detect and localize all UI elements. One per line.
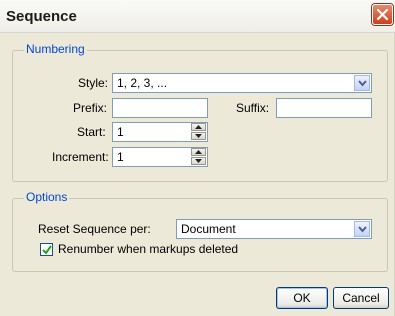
close-icon	[376, 8, 389, 21]
arrow-up-icon	[195, 150, 202, 154]
cancel-button[interactable]: Cancel	[333, 287, 389, 309]
reset-sequence-select[interactable]: Document	[176, 219, 372, 239]
arrow-up-icon	[195, 125, 202, 129]
sequence-dialog: Sequence Numbering Style: 1, 2, 3, ... P…	[0, 0, 395, 316]
increment-label: Increment:	[52, 150, 109, 164]
arrow-down-icon	[195, 134, 202, 138]
options-legend: Options	[24, 190, 70, 204]
style-select-value: 1, 2, 3, ...	[117, 76, 168, 90]
close-button[interactable]	[372, 4, 393, 25]
ok-button[interactable]: OK	[276, 287, 328, 309]
numbering-legend: Numbering	[24, 42, 87, 56]
reset-sequence-dropdown-button[interactable]	[354, 221, 370, 237]
reset-sequence-value: Document	[181, 222, 236, 236]
start-spinner[interactable]	[191, 123, 206, 140]
prefix-input[interactable]	[112, 98, 208, 118]
checkmark-icon	[42, 245, 52, 255]
suffix-input[interactable]	[276, 98, 372, 118]
reset-sequence-label: Reset Sequence per:	[38, 222, 151, 236]
increment-decrease-button[interactable]	[191, 157, 206, 165]
renumber-checkbox[interactable]	[40, 243, 53, 256]
arrow-down-icon	[195, 159, 202, 163]
style-select[interactable]: 1, 2, 3, ...	[112, 73, 372, 93]
title-bar: Sequence	[0, 0, 395, 33]
increment-value: 1	[117, 150, 124, 164]
increment-spinner[interactable]	[191, 148, 206, 165]
style-label: Style:	[78, 76, 109, 90]
renumber-label: Renumber when markups deleted	[58, 242, 239, 256]
chevron-down-icon	[358, 226, 367, 233]
start-decrease-button[interactable]	[191, 132, 206, 140]
start-increase-button[interactable]	[191, 123, 206, 131]
dialog-title: Sequence	[6, 8, 77, 25]
style-dropdown-button[interactable]	[354, 75, 370, 91]
chevron-down-icon	[358, 80, 367, 87]
increment-increase-button[interactable]	[191, 148, 206, 156]
suffix-label: Suffix:	[236, 101, 270, 115]
start-value: 1	[117, 125, 124, 139]
prefix-label: Prefix:	[73, 101, 108, 115]
start-label: Start:	[77, 125, 106, 139]
